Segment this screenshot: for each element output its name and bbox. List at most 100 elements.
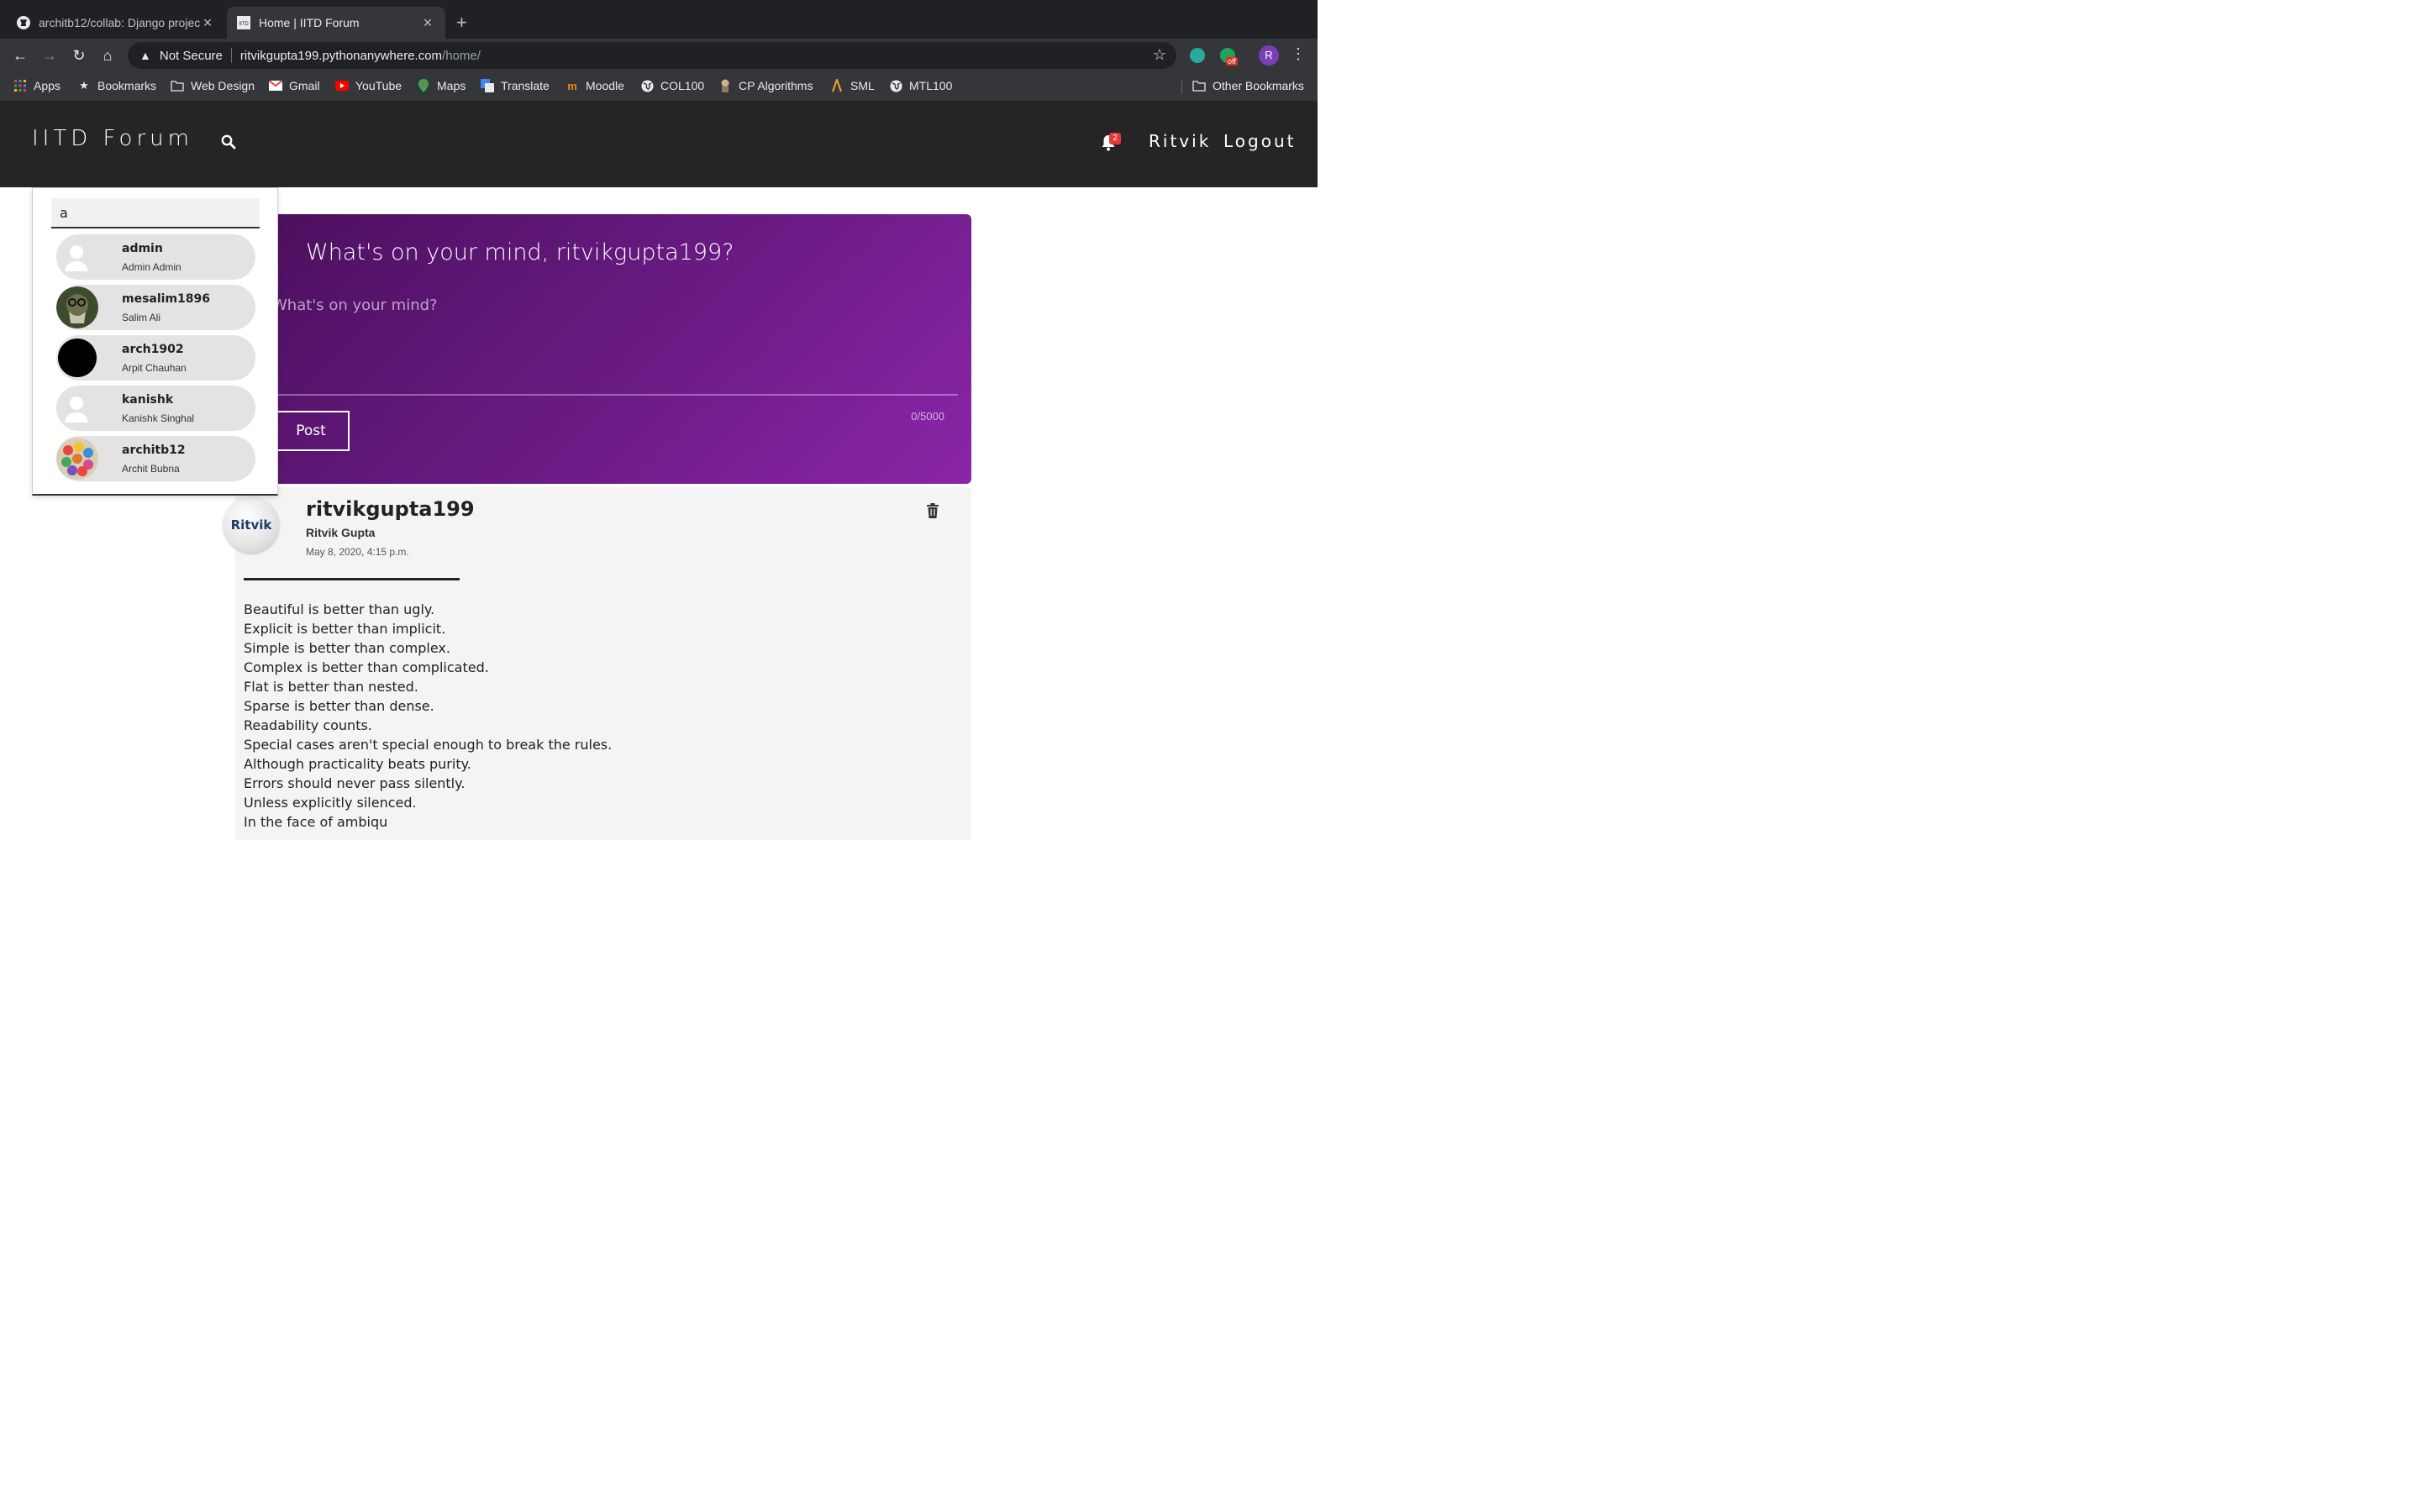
bookmark-label: YouTube [355,79,402,92]
result-fullname: Salim Ali [122,312,161,323]
moodle-icon: m [567,79,577,92]
search-result-item[interactable]: mesalim1896 Salim Ali [56,285,255,330]
profile-avatar[interactable]: R [1259,45,1279,66]
browser-tab-strip: architb12/collab: Django projec × IITD H… [0,0,1318,39]
bookmark-web-design[interactable]: Web Design [171,79,255,92]
home-icon[interactable]: ⌂ [97,45,118,66]
result-username: mesalim1896 [122,292,211,306]
bookmark-gmail[interactable]: Gmail [269,79,320,92]
close-tab-icon[interactable]: × [200,14,215,32]
bookmark-bookmarks[interactable]: ★ Bookmarks [77,79,156,92]
folder-icon [171,79,184,92]
compose-card: What's on your mind, ritvikgupta199? Wha… [235,214,971,484]
reload-icon[interactable]: ↻ [69,45,89,66]
bookmark-other[interactable]: Other Bookmarks [1192,79,1304,92]
user-photo-avatar [56,286,98,328]
bookmark-label: MTL100 [909,79,953,92]
compose-underline [272,394,958,396]
bookmark-moodle[interactable]: m Moodle [566,79,624,92]
apps-grid-icon [13,79,27,92]
post-button[interactable]: Post [272,411,350,451]
extension-icon[interactable] [1190,48,1205,63]
search-input[interactable] [51,198,260,228]
result-fullname: Kanishk Singhal [122,412,195,424]
forward-icon[interactable]: → [39,45,60,66]
post-username[interactable]: ritvikgupta199 [306,497,475,521]
result-username: arch1902 [122,343,184,356]
bookmark-sml[interactable]: SML [830,79,875,92]
post-line: Sparse is better than dense. [244,698,434,714]
result-username: admin [122,242,163,255]
bookmark-translate[interactable]: Translate [481,79,550,92]
new-tab-icon[interactable]: + [456,12,467,34]
result-fullname: Admin Admin [122,261,182,273]
tab-title: architb12/collab: Django projec [39,16,200,29]
bookmark-label: Bookmarks [97,79,157,92]
url-host: ritvikgupta199.pythonanywhere.com [239,48,443,63]
character-counter: 0/5000 [911,410,944,423]
delete-trash-icon[interactable] [926,503,939,518]
post-line: Complex is better than complicated. [244,659,489,675]
bookmark-label: Apps [34,79,60,92]
bookmark-cp-algorithms[interactable]: CP Algorithms [718,79,813,92]
bookmark-label: Moodle [586,79,624,92]
divider [230,48,232,63]
warning-icon: ▲ [139,49,151,62]
notification-count-badge: 2 [1109,133,1121,144]
search-result-item[interactable]: admin Admin Admin [56,234,255,280]
compose-textarea[interactable]: What's on your mind? [272,297,438,314]
post-fullname: Ritvik Gupta [306,526,376,539]
sml-icon [830,79,844,92]
gmail-icon [269,79,282,92]
site-brand[interactable]: IITD Forum [32,126,193,151]
browser-tab-github[interactable]: architb12/collab: Django projec × [7,7,225,39]
user-photo-avatar [56,337,98,379]
bookmark-apps[interactable]: Apps [13,79,60,92]
bookmark-star-icon[interactable]: ☆ [1153,46,1166,64]
bookmark-youtube[interactable]: YouTube [335,79,402,92]
address-bar[interactable]: ▲ Not Secure ritvikgupta199.pythonanywhe… [128,42,1176,69]
bookmark-label: Web Design [191,79,255,92]
bookmarks-bar: Apps ★ Bookmarks Web Design Gmail YouTube… [0,72,1318,101]
close-tab-icon[interactable]: × [420,14,435,32]
svg-text:IITD: IITD [239,22,249,27]
nav-logout-link[interactable]: Logout [1223,131,1296,151]
security-label: Not Secure [159,48,223,63]
bookmark-col100[interactable]: COL100 [640,79,704,92]
bookmark-mtl100[interactable]: MTL100 [889,79,952,92]
compose-heading: What's on your mind, ritvikgupta199? [306,239,734,265]
bookmark-maps[interactable]: Maps [417,79,466,92]
default-user-avatar-icon [56,387,98,429]
bookmark-label: Translate [501,79,550,92]
tab-title: Home | IITD Forum [259,16,360,29]
bookmark-label: SML [850,79,875,92]
result-fullname: Arpit Chauhan [122,362,187,374]
extension-badge: off [1226,57,1238,66]
browser-menu-icon[interactable]: ⋮ [1291,45,1306,63]
youtube-icon [335,79,349,92]
post-line: Although practicality beats purity. [244,756,471,772]
globe-icon [640,79,654,92]
translate-icon [481,79,494,92]
star-icon: ★ [79,79,89,92]
search-icon[interactable] [221,134,238,151]
search-dropdown: admin Admin Admin mesalim1896 Salim Ali … [32,187,278,496]
bookmark-label: Other Bookmarks [1213,79,1304,92]
post-card: Ritvik ritvikgupta199 Ritvik Gupta May 8… [224,487,971,840]
search-result-item[interactable]: architb12 Archit Bubna [56,436,255,481]
author-avatar[interactable]: Ritvik [224,497,279,553]
search-result-item[interactable]: kanishk Kanishk Singhal [56,386,255,431]
folder-icon [1192,79,1206,92]
post-line: Unless explicitly silenced. [244,795,417,811]
github-icon [17,16,30,29]
post-date: May 8, 2020, 4:15 p.m. [306,546,409,558]
result-fullname: Archit Bubna [122,463,180,475]
post-line: Flat is better than nested. [244,679,418,695]
result-username: kanishk [122,393,174,407]
browser-toolbar: ← → ↻ ⌂ ▲ Not Secure ritvikgupta199.pyth… [0,39,1318,72]
back-icon[interactable]: ← [10,45,30,66]
browser-tab-forum[interactable]: IITD Home | IITD Forum × [227,7,445,39]
bookmark-label: CP Algorithms [739,79,813,92]
nav-user-link[interactable]: Ritvik [1149,131,1211,151]
search-result-item[interactable]: arch1902 Arpit Chauhan [56,335,255,381]
